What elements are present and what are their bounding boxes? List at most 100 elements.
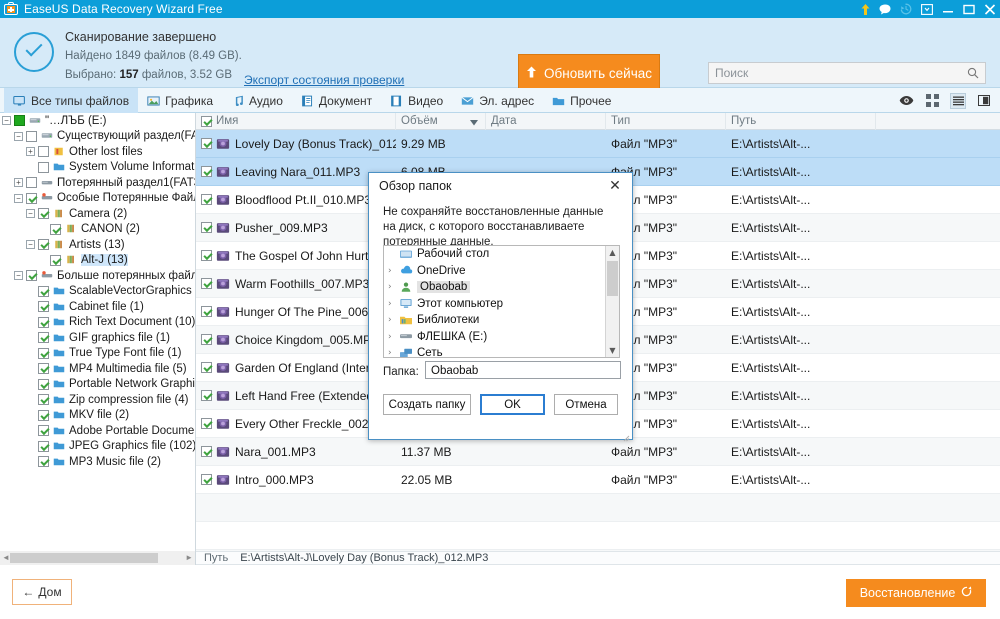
chevron-right-icon[interactable]: › — [388, 315, 399, 325]
tree-expander-minus[interactable]: − — [26, 240, 35, 249]
tab-0[interactable]: Все типы файлов — [4, 88, 138, 113]
row-checkbox[interactable] — [201, 250, 212, 261]
tree-row[interactable]: Zip compression file (4) — [0, 392, 195, 408]
chevron-right-icon[interactable]: › — [388, 266, 399, 276]
tree-checkbox[interactable] — [38, 363, 49, 374]
row-checkbox[interactable] — [201, 390, 212, 401]
select-all-checkbox[interactable] — [201, 116, 212, 127]
tree-expander-minus[interactable]: − — [14, 271, 23, 280]
tree-checkbox[interactable] — [38, 348, 49, 359]
dialog-scrollbar-thumb[interactable] — [607, 261, 618, 296]
tree-expander-plus[interactable]: + — [14, 178, 23, 187]
tree-row[interactable]: −Camera (2) — [0, 206, 195, 222]
chevron-right-icon[interactable]: › — [388, 348, 399, 358]
tree-row[interactable]: Rich Text Document (10) — [0, 315, 195, 331]
table-row[interactable]: Intro_000.MP322.05 MBФайл "MP3"E:\Artist… — [196, 466, 1000, 494]
thumbnail-grid-icon[interactable] — [924, 93, 940, 109]
tree-checkbox[interactable] — [50, 224, 61, 235]
tree-checkbox[interactable] — [38, 394, 49, 405]
tree-row[interactable]: −Artists (13) — [0, 237, 195, 253]
folder-tree-panel[interactable]: −"…ЛЪБ (E:)−Существующий раздел(FAT32)+O… — [0, 113, 196, 551]
dialog-close-icon[interactable]: ✕ — [606, 177, 624, 195]
column-header-name[interactable]: Имя — [196, 113, 396, 130]
tree-row[interactable]: JPEG Graphics file (102) — [0, 439, 195, 455]
upgrade-arrow-icon[interactable] — [861, 4, 870, 15]
row-checkbox[interactable] — [201, 138, 212, 149]
dialog-tree-scrollbar[interactable]: ▲ ▼ — [605, 246, 619, 357]
minimize-icon[interactable] — [942, 4, 954, 15]
tree-row[interactable]: MP4 Multimedia file (5) — [0, 361, 195, 377]
tree-checkbox[interactable] — [38, 162, 49, 173]
tree-checkbox[interactable] — [14, 115, 25, 126]
tree-checkbox[interactable] — [38, 208, 49, 219]
tab-1[interactable]: Графика — [138, 88, 222, 113]
tree-row[interactable]: CANON (2) — [0, 222, 195, 238]
tree-checkbox[interactable] — [26, 270, 37, 281]
tree-row[interactable]: System Volume Information — [0, 160, 195, 176]
row-checkbox[interactable] — [201, 446, 212, 457]
tree-row[interactable]: Alt-J (13) — [0, 253, 195, 269]
tree-checkbox[interactable] — [26, 131, 37, 142]
table-row[interactable]: Lovely Day (Bonus Track)_012...9.29 MBФа… — [196, 130, 1000, 158]
tree-expander-minus[interactable]: − — [14, 194, 23, 203]
tree-row[interactable]: MP3 Music file (2) — [0, 454, 195, 470]
scroll-left-arrow-icon[interactable]: ◄ — [2, 553, 10, 563]
ok-button[interactable]: OK — [480, 394, 545, 415]
tree-checkbox[interactable] — [26, 177, 37, 188]
dialog-tree-row[interactable]: Рабочий стол — [384, 246, 605, 263]
update-now-button[interactable]: Обновить сейчас — [518, 54, 660, 92]
tree-expander-minus[interactable]: − — [2, 116, 11, 125]
feedback-icon[interactable] — [921, 4, 933, 15]
tree-checkbox[interactable] — [50, 255, 61, 266]
chevron-right-icon[interactable]: › — [388, 282, 399, 292]
tree-row[interactable]: +Other lost files — [0, 144, 195, 160]
tree-checkbox[interactable] — [38, 410, 49, 421]
dialog-tree-row[interactable]: ›Сеть — [384, 345, 605, 358]
chevron-right-icon[interactable]: › — [388, 299, 399, 309]
tab-2[interactable]: Аудио — [222, 88, 292, 113]
column-header-1[interactable]: Объём — [396, 113, 486, 130]
scroll-right-arrow-icon[interactable]: ► — [185, 553, 193, 563]
tree-checkbox[interactable] — [38, 425, 49, 436]
folder-name-input[interactable] — [426, 362, 618, 380]
tree-checkbox[interactable] — [38, 332, 49, 343]
tree-checkbox[interactable] — [38, 456, 49, 467]
history-icon[interactable] — [900, 3, 912, 15]
recover-button[interactable]: Восстановление — [846, 579, 986, 607]
list-view-icon[interactable] — [950, 93, 966, 109]
row-checkbox[interactable] — [201, 306, 212, 317]
column-header-3[interactable]: Тип — [606, 113, 726, 130]
tree-row[interactable]: −Больше потерянных файлов(F — [0, 268, 195, 284]
tree-horizontal-scrollbar[interactable]: ◄ ► — [0, 551, 196, 565]
close-icon[interactable] — [984, 4, 996, 15]
tree-row[interactable]: −Существующий раздел(FAT32) — [0, 129, 195, 145]
tree-row[interactable]: −"…ЛЪБ (E:) — [0, 113, 195, 129]
tree-row[interactable]: Portable Network Graphic fil — [0, 377, 195, 393]
row-checkbox[interactable] — [201, 474, 212, 485]
scrollbar-thumb[interactable] — [10, 553, 158, 563]
folder-name-field[interactable] — [425, 361, 621, 379]
tree-row[interactable]: MKV file (2) — [0, 408, 195, 424]
tree-row[interactable]: ScalableVectorGraphics (1) — [0, 284, 195, 300]
cancel-button[interactable]: Отмена — [554, 394, 618, 415]
chevron-right-icon[interactable]: › — [388, 332, 399, 342]
row-checkbox[interactable] — [201, 418, 212, 429]
tree-row[interactable]: +Потерянный раздел1(FAT32) — [0, 175, 195, 191]
dialog-tree-row[interactable]: ›Obaobab — [384, 279, 605, 296]
row-checkbox[interactable] — [201, 222, 212, 233]
row-checkbox[interactable] — [201, 362, 212, 373]
tree-expander-minus[interactable]: − — [26, 209, 35, 218]
tab-6[interactable]: Прочее — [543, 88, 620, 113]
tree-row[interactable]: Cabinet file (1) — [0, 299, 195, 315]
dialog-tree-row[interactable]: ›Библиотеки — [384, 312, 605, 329]
search-input[interactable] — [709, 62, 957, 84]
maximize-icon[interactable] — [963, 4, 975, 15]
tab-3[interactable]: Документ — [292, 88, 381, 113]
dialog-folder-tree[interactable]: Рабочий стол›OneDrive›Obaobab›Этот компь… — [383, 245, 620, 358]
preview-eye-icon[interactable] — [898, 93, 914, 109]
scroll-down-arrow-icon[interactable]: ▼ — [606, 344, 619, 357]
create-folder-button[interactable]: Создать папку — [383, 394, 471, 415]
dialog-tree-row[interactable]: ›Этот компьютер — [384, 296, 605, 313]
tree-checkbox[interactable] — [38, 239, 49, 250]
scroll-up-arrow-icon[interactable]: ▲ — [606, 246, 619, 259]
